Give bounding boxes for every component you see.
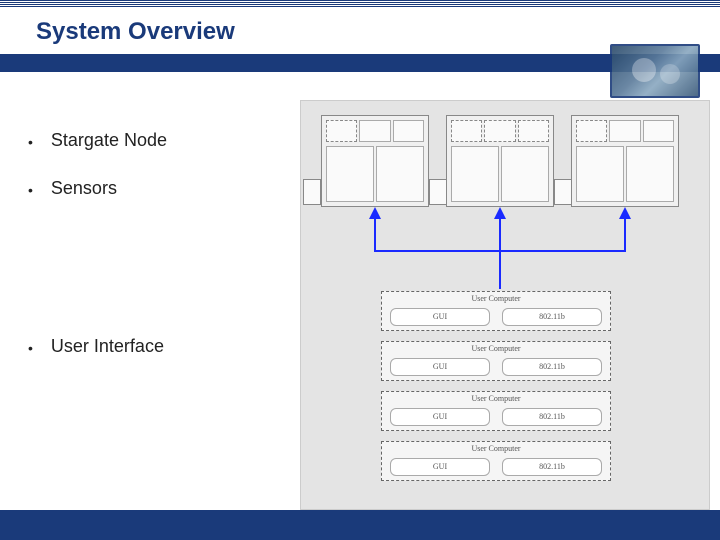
stargate-node [571,115,679,207]
sensor-box [429,179,447,205]
user-computer-label: User Computer [382,294,610,303]
bullet-text: User Interface [51,336,164,357]
sensor-box [303,179,321,205]
bullet-text: Stargate Node [51,130,167,151]
user-computer-label: User Computer [382,444,610,453]
gui-label: GUI [390,308,490,326]
sensor-box [554,179,572,205]
user-computer-label: User Computer [382,394,610,403]
page-title: System Overview [36,18,235,46]
bullet-text: Sensors [51,178,117,199]
wifi-label: 802.11b [502,358,602,376]
list-item: • User Interface [28,336,300,360]
footer-bar [0,510,720,540]
wifi-label: 802.11b [502,458,602,476]
list-item: • Sensors [28,178,300,202]
gui-label: GUI [390,458,490,476]
gui-label: GUI [390,408,490,426]
list-item: • Stargate Node [28,130,300,154]
user-computer-box: User Computer GUI 802.11b [381,391,611,431]
decorative-photo [610,44,700,98]
user-computer-label: User Computer [382,344,610,353]
system-diagram: User Computer GUI 802.11b User Computer … [300,100,710,510]
bullet-list: • Stargate Node • Sensors • User Interfa… [0,100,300,510]
stargate-node [321,115,429,207]
wifi-label: 802.11b [502,408,602,426]
spacer [28,226,300,336]
user-computer-box: User Computer GUI 802.11b [381,441,611,481]
wifi-label: 802.11b [502,308,602,326]
bullet-icon: • [28,178,33,202]
gui-label: GUI [390,358,490,376]
content-area: • Stargate Node • Sensors • User Interfa… [0,100,720,510]
stargate-node [446,115,554,207]
bullet-icon: • [28,130,33,154]
user-computer-box: User Computer GUI 802.11b [381,341,611,381]
user-computer-box: User Computer GUI 802.11b [381,291,611,331]
bullet-icon: • [28,336,33,360]
header-stripe [0,0,720,8]
